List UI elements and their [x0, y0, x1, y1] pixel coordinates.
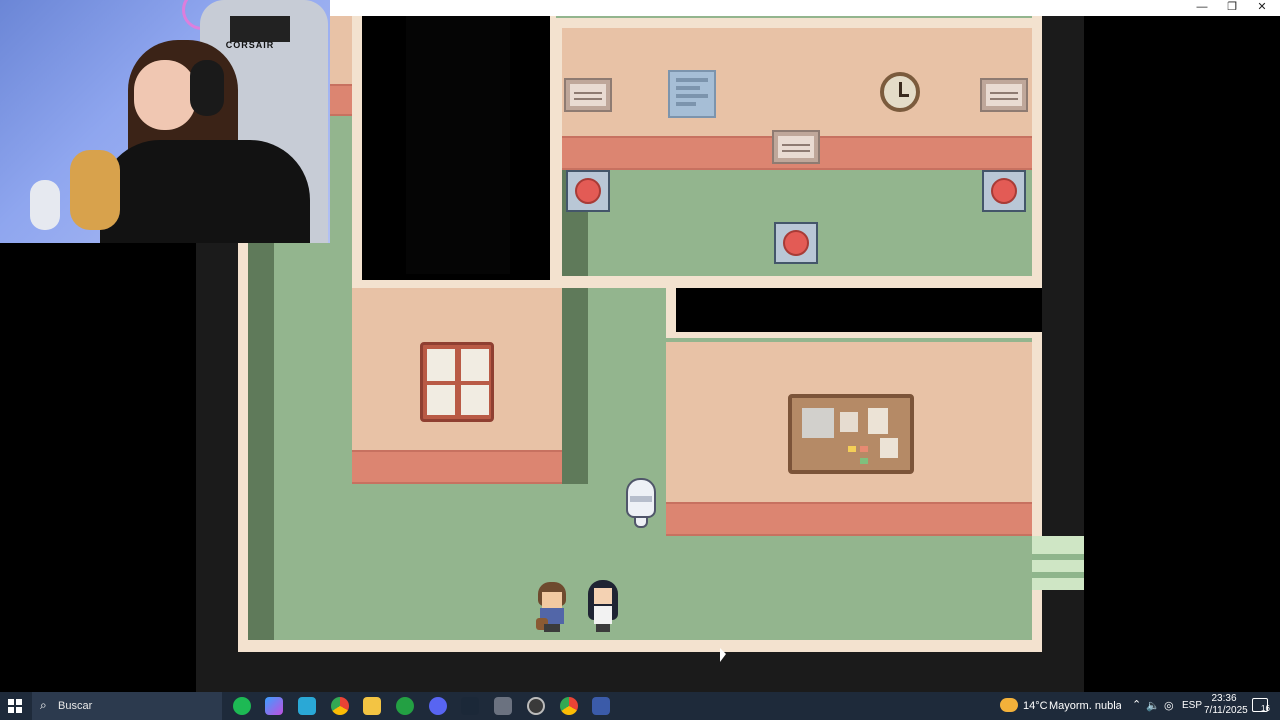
windows-start-icon[interactable]: [8, 699, 22, 713]
poster-frame-right: [980, 78, 1028, 112]
clock-icon: [880, 72, 920, 112]
app-blue-icon[interactable]: [298, 697, 316, 715]
search-icon: ⌕: [40, 698, 47, 712]
corkboard-icon: [788, 394, 914, 474]
app-gray-icon[interactable]: [494, 697, 512, 715]
exit-door[interactable]: [1032, 536, 1084, 590]
player-character[interactable]: [534, 582, 570, 634]
taskbar: ⌕ Buscar 14°C Mayorm. nubla... ⌃ 🔈 ◎ ESP…: [0, 692, 1280, 720]
corsair-logo: [230, 16, 290, 42]
window-titlebar: — ❐ ✕: [330, 0, 1280, 16]
void-corridor: [676, 288, 1042, 332]
webcam-overlay: CORSAIR: [0, 0, 330, 243]
clock-time: 23:36: [1211, 693, 1237, 704]
minimize-button[interactable]: —: [1187, 0, 1217, 16]
volume-icon[interactable]: 🔈: [1146, 699, 1160, 712]
red-button-icon[interactable]: [774, 222, 818, 264]
streamer-face: [134, 60, 196, 130]
void-inner: [406, 16, 510, 274]
notifications-icon[interactable]: 16: [1252, 698, 1270, 713]
red-button-icon[interactable]: [566, 170, 610, 212]
search-placeholder: Buscar: [58, 700, 93, 712]
wall-band: [330, 84, 354, 116]
window-icon: [420, 342, 494, 422]
xbox-icon[interactable]: [396, 697, 414, 715]
file-explorer-icon[interactable]: [363, 697, 381, 715]
game-app-icon[interactable]: [592, 697, 610, 715]
obs-icon[interactable]: [527, 697, 545, 715]
mouse-cursor-icon: [720, 648, 726, 662]
chrome-icon[interactable]: [331, 697, 349, 715]
notification-count: 16: [1261, 704, 1270, 713]
wall-band-window: [352, 450, 562, 484]
search-box[interactable]: ⌕ Buscar: [32, 692, 222, 720]
chrome-alt-icon[interactable]: [560, 697, 578, 715]
ghost-character[interactable]: [626, 478, 656, 530]
tattooed-arm: [70, 150, 120, 230]
weather-icon[interactable]: [1000, 698, 1018, 712]
weather-temp[interactable]: 14°C: [1023, 700, 1048, 712]
chevron-up-icon[interactable]: ⌃: [1132, 698, 1141, 711]
language-indicator[interactable]: ESP: [1182, 700, 1202, 711]
restore-button[interactable]: ❐: [1217, 0, 1247, 16]
network-icon[interactable]: ◎: [1164, 699, 1174, 712]
headset: [190, 60, 224, 116]
companion-character[interactable]: [586, 580, 620, 634]
screen: — ❐ ✕ CORSAIR ⌕ Buscar 14°C Mayorm. nubl…: [0, 0, 1280, 720]
discord-icon[interactable]: [429, 697, 447, 715]
clock-date: 7/11/2025: [1204, 705, 1248, 716]
blueprint-frame: [668, 70, 716, 118]
spotify-icon[interactable]: [233, 697, 251, 715]
top-room-wall: [562, 28, 1032, 140]
steam-icon[interactable]: [461, 697, 479, 715]
weather-text[interactable]: Mayorm. nubla...: [1049, 700, 1121, 712]
astronaut-figure: [30, 180, 60, 230]
chair-brand: CORSAIR: [225, 40, 275, 50]
poster-frame: [564, 78, 612, 112]
poster-frame-band: [772, 130, 820, 164]
close-button[interactable]: ✕: [1247, 0, 1277, 16]
red-button-icon[interactable]: [982, 170, 1026, 212]
clock[interactable]: 23:36 7/11/2025: [1204, 693, 1248, 717]
streamer-body: [100, 140, 310, 243]
lower-room-band: [666, 502, 1032, 536]
copilot-icon[interactable]: [265, 697, 283, 715]
